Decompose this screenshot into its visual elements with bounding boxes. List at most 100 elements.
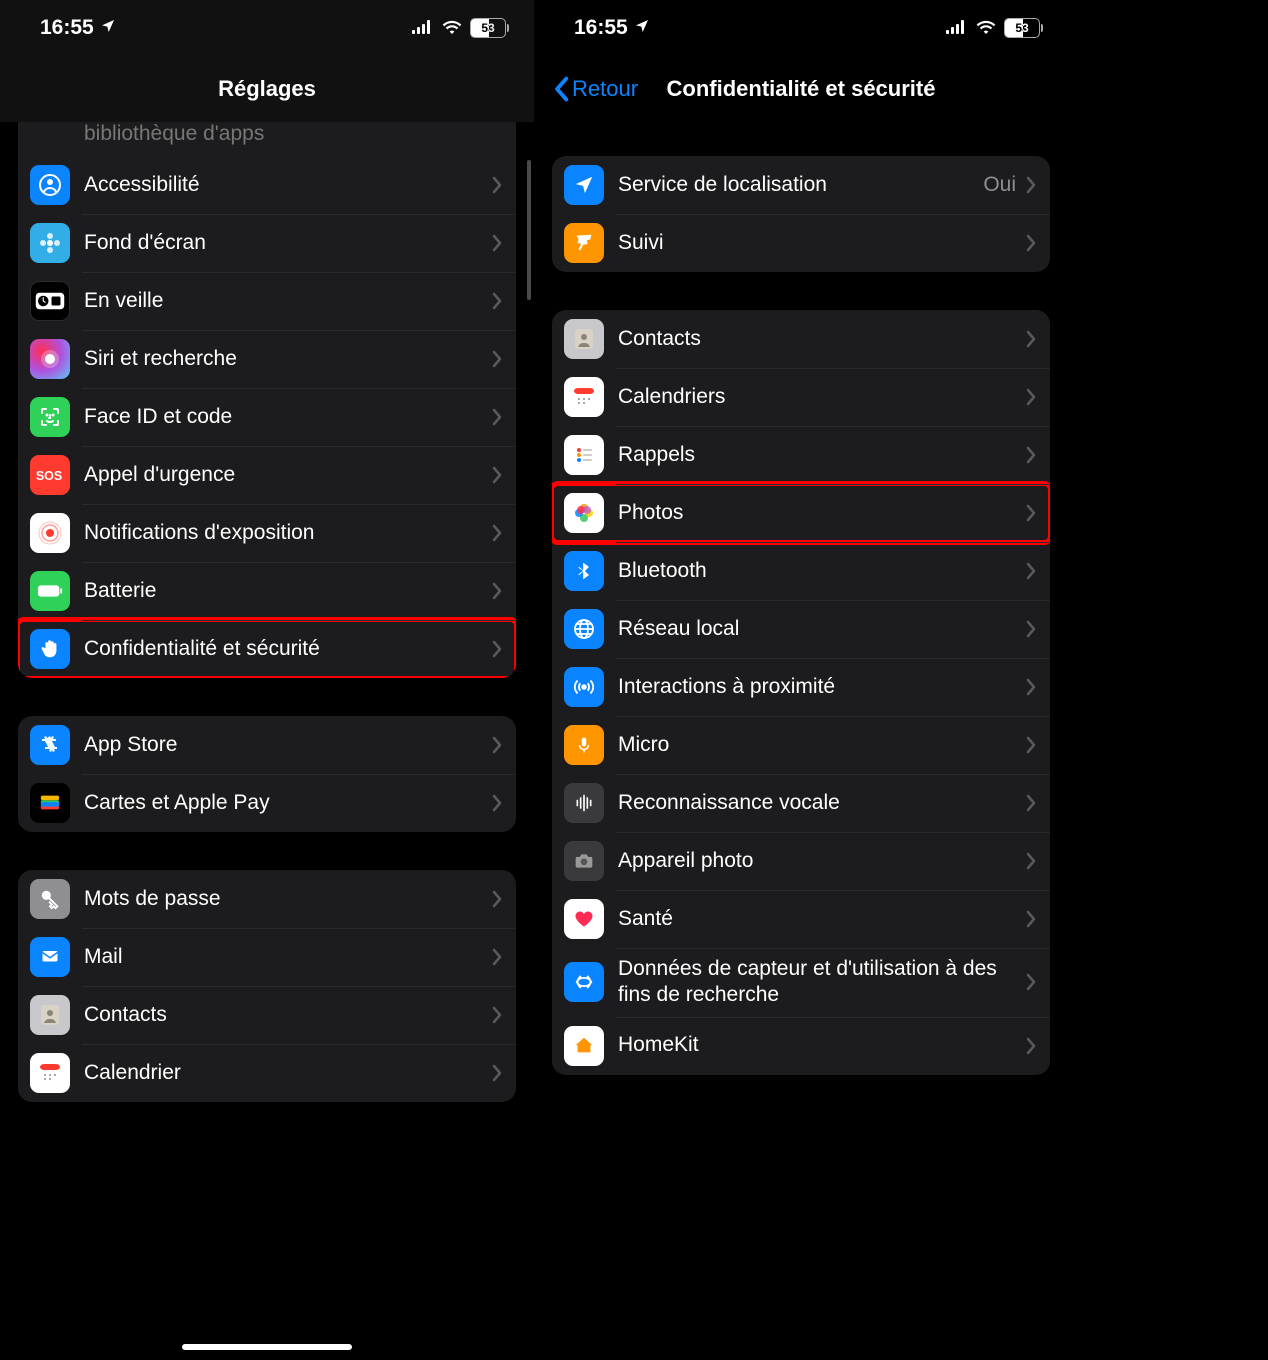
row-nearby[interactable]: Interactions à proximité bbox=[552, 658, 1050, 716]
battery-icon: 53 bbox=[470, 18, 506, 38]
chevron-right-icon bbox=[1026, 446, 1036, 464]
key-icon bbox=[30, 879, 70, 919]
row-health[interactable]: Santé bbox=[552, 890, 1050, 948]
row-label: Confidentialité et sécurité bbox=[84, 636, 492, 662]
row-calendars[interactable]: Calendriers bbox=[552, 368, 1050, 426]
status-bar: 16:55 53 bbox=[534, 0, 1068, 56]
chevron-right-icon bbox=[492, 524, 502, 542]
exposure-icon bbox=[30, 513, 70, 553]
chevron-right-icon bbox=[1026, 852, 1036, 870]
row-tracking[interactable]: Suivi bbox=[552, 214, 1050, 272]
chevron-right-icon bbox=[492, 176, 502, 194]
chevron-right-icon bbox=[1026, 1037, 1036, 1055]
contacts-icon bbox=[564, 319, 604, 359]
row-research[interactable]: Données de capteur et d'utilisation à de… bbox=[552, 948, 1050, 1017]
row-exposure[interactable]: Notifications d'exposition bbox=[18, 504, 516, 562]
privacy-section-apps: Contacts Calendriers Rappels PhotosBluetoot… bbox=[552, 310, 1050, 1075]
row-label: Contacts bbox=[618, 326, 1026, 352]
right-screenshot: 16:55 53 Retour Confidentialité et sécur… bbox=[534, 0, 1068, 1360]
back-button[interactable]: Retour bbox=[552, 76, 638, 102]
row-faceid[interactable]: Face ID et code bbox=[18, 388, 516, 446]
row-label: Suivi bbox=[618, 230, 1026, 256]
location-arrow-icon bbox=[100, 16, 116, 40]
row-label: Siri et recherche bbox=[84, 346, 492, 372]
tracking-icon bbox=[564, 223, 604, 263]
chevron-right-icon bbox=[492, 948, 502, 966]
chevron-right-icon bbox=[1026, 620, 1036, 638]
chevron-right-icon bbox=[1026, 330, 1036, 348]
chevron-right-icon bbox=[492, 466, 502, 484]
privacy-content: Service de localisationOui Suivi Contacts… bbox=[534, 156, 1068, 1075]
row-accessibility[interactable]: Accessibilité bbox=[18, 156, 516, 214]
row-bluetooth[interactable]: Bluetooth bbox=[552, 542, 1050, 600]
speech-icon bbox=[564, 783, 604, 823]
row-label: Mail bbox=[84, 944, 492, 970]
row-appstore[interactable]: App Store bbox=[18, 716, 516, 774]
page-title: Confidentialité et sécurité bbox=[667, 76, 936, 102]
row-passwords[interactable]: Mots de passe bbox=[18, 870, 516, 928]
back-label: Retour bbox=[572, 76, 638, 102]
camera-icon bbox=[564, 841, 604, 881]
row-wallpaper[interactable]: Fond d'écran bbox=[18, 214, 516, 272]
row-photos[interactable]: Photos bbox=[552, 484, 1050, 542]
appstore-icon bbox=[30, 725, 70, 765]
row-sos[interactable]: SOSAppel d'urgence bbox=[18, 446, 516, 504]
chevron-right-icon bbox=[492, 234, 502, 252]
hand-icon bbox=[30, 629, 70, 669]
row-label: Mots de passe bbox=[84, 886, 492, 912]
status-time: 16:55 bbox=[40, 16, 94, 40]
row-camera[interactable]: Appareil photo bbox=[552, 832, 1050, 890]
row-label: En veille bbox=[84, 288, 492, 314]
research-icon bbox=[564, 962, 604, 1002]
row-mail[interactable]: Mail bbox=[18, 928, 516, 986]
chevron-right-icon bbox=[492, 1064, 502, 1082]
location-arrow-icon bbox=[634, 16, 650, 40]
chevron-right-icon bbox=[492, 1006, 502, 1024]
row-label: Santé bbox=[618, 906, 1026, 932]
row-calendar[interactable]: Calendrier bbox=[18, 1044, 516, 1102]
scroll-indicator bbox=[527, 160, 531, 300]
row-value: Oui bbox=[983, 173, 1016, 197]
battery-icon: 53 bbox=[1004, 18, 1040, 38]
health-icon bbox=[564, 899, 604, 939]
status-time: 16:55 bbox=[574, 16, 628, 40]
row-label: Face ID et code bbox=[84, 404, 492, 430]
row-wallet[interactable]: Cartes et Apple Pay bbox=[18, 774, 516, 832]
faceid-icon bbox=[30, 397, 70, 437]
row-location[interactable]: Service de localisationOui bbox=[552, 156, 1050, 214]
chevron-right-icon bbox=[1026, 973, 1036, 991]
row-contacts[interactable]: Contacts bbox=[552, 310, 1050, 368]
row-contacts[interactable]: Contacts bbox=[18, 986, 516, 1044]
nav-header: Retour Confidentialité et sécurité bbox=[534, 56, 1068, 122]
chevron-right-icon bbox=[492, 736, 502, 754]
row-label: Réseau local bbox=[618, 616, 1026, 642]
wifi-icon bbox=[976, 16, 996, 40]
row-localnet[interactable]: Réseau local bbox=[552, 600, 1050, 658]
mail-icon bbox=[30, 937, 70, 977]
contacts-icon bbox=[30, 995, 70, 1035]
settings-section-store: App StoreCartes et Apple Pay bbox=[18, 716, 516, 832]
row-label: Accessibilité bbox=[84, 172, 492, 198]
globe-icon bbox=[564, 609, 604, 649]
row-label: Rappels bbox=[618, 442, 1026, 468]
chevron-right-icon bbox=[492, 292, 502, 310]
row-label: Contacts bbox=[84, 1002, 492, 1028]
person-icon bbox=[30, 165, 70, 205]
flower-icon bbox=[30, 223, 70, 263]
row-privacy[interactable]: Confidentialité et sécurité bbox=[18, 620, 516, 678]
row-standby[interactable]: En veille bbox=[18, 272, 516, 330]
cellular-icon bbox=[412, 16, 434, 40]
row-homekit[interactable]: HomeKit bbox=[552, 1017, 1050, 1075]
row-siri[interactable]: Siri et recherche bbox=[18, 330, 516, 388]
row-label: Calendrier bbox=[84, 1060, 492, 1086]
row-battery[interactable]: Batterie bbox=[18, 562, 516, 620]
settings-section-apps: Mots de passe Mail Contacts Calendrier bbox=[18, 870, 516, 1102]
row-mic[interactable]: Micro bbox=[552, 716, 1050, 774]
page-title: Réglages bbox=[218, 76, 316, 102]
row-reminders[interactable]: Rappels bbox=[552, 426, 1050, 484]
chevron-right-icon bbox=[1026, 234, 1036, 252]
settings-section-general: bibliothèque d'apps AccessibilitéFond d'… bbox=[18, 122, 516, 678]
chevron-right-icon bbox=[1026, 910, 1036, 928]
chevron-right-icon bbox=[492, 350, 502, 368]
row-speech[interactable]: Reconnaissance vocale bbox=[552, 774, 1050, 832]
